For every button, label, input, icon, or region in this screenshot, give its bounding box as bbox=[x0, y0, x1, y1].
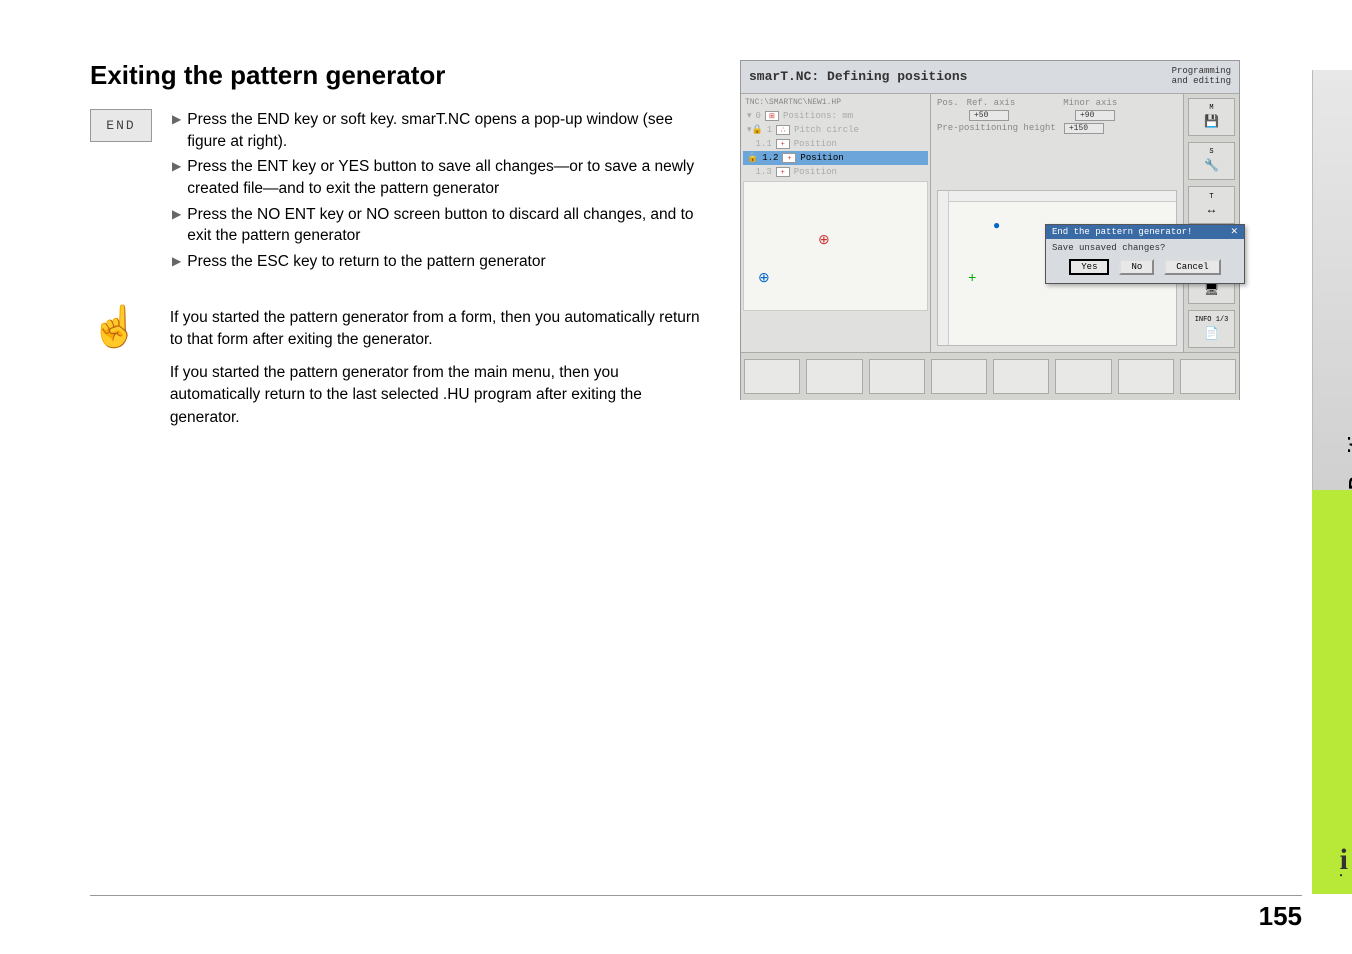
tree-row[interactable]: ▾🔒1∴Pitch circle bbox=[743, 123, 928, 137]
softkey-bar bbox=[741, 352, 1239, 400]
close-icon[interactable]: ✕ bbox=[1230, 227, 1238, 237]
triangle-icon: ▶ bbox=[172, 109, 181, 152]
yes-button[interactable]: Yes bbox=[1069, 259, 1109, 275]
form-label: Pre-positioning height bbox=[937, 123, 1056, 133]
tree-row[interactable]: ▾1.3+Position bbox=[743, 165, 928, 179]
bullet-text: Press the ENT key or YES button to save … bbox=[187, 156, 710, 199]
tree-path: TNC:\SMARTNC\NEW1.HP bbox=[743, 96, 928, 109]
info-icon: i• bbox=[1340, 843, 1348, 880]
point-icon: + bbox=[782, 153, 796, 163]
col-header: Ref. axis bbox=[967, 98, 1016, 108]
footer-rule bbox=[90, 895, 1302, 896]
note-paragraph: If you started the pattern generator fro… bbox=[170, 362, 710, 429]
softkey[interactable] bbox=[744, 359, 800, 394]
triangle-icon: ▶ bbox=[172, 251, 181, 273]
ruler-horizontal bbox=[938, 191, 1176, 202]
cnc-screenshot: smarT.NC: Defining positions Programming… bbox=[740, 60, 1240, 400]
page-icon: 📄 bbox=[1204, 326, 1219, 341]
confirm-dialog: End the pattern generator! ✕ Save unsave… bbox=[1045, 224, 1245, 284]
target-icon: ⊕ bbox=[758, 270, 770, 287]
minor-axis-input[interactable]: +90 bbox=[1075, 110, 1115, 121]
info-button[interactable]: INFO 1/3📄 bbox=[1188, 310, 1235, 348]
tree-row[interactable]: ▾1.1+Position bbox=[743, 137, 928, 151]
target-icon: ⊕ bbox=[818, 232, 830, 249]
page-number: 155 bbox=[1259, 901, 1302, 932]
ruler-vertical bbox=[938, 191, 949, 345]
softkey[interactable] bbox=[869, 359, 925, 394]
softkey[interactable] bbox=[1118, 359, 1174, 394]
dialog-title-text: End the pattern generator! bbox=[1052, 227, 1192, 237]
prepos-input[interactable]: +150 bbox=[1064, 123, 1104, 134]
ref-axis-input[interactable]: +50 bbox=[969, 110, 1009, 121]
softkey[interactable] bbox=[1055, 359, 1111, 394]
tree-panel: TNC:\SMARTNC\NEW1.HP ▾0⊞Positions: mm ▾🔒… bbox=[741, 94, 931, 352]
tool-icon: 🔧 bbox=[1204, 158, 1219, 173]
no-button[interactable]: No bbox=[1119, 259, 1154, 275]
circle-icon: ∴ bbox=[776, 125, 790, 135]
disk-icon: 💾 bbox=[1204, 114, 1219, 129]
dialog-message: Save unsaved changes? bbox=[1052, 243, 1238, 253]
m-button[interactable]: M💾 bbox=[1188, 98, 1235, 136]
cross-marker: + bbox=[968, 271, 976, 287]
softkey[interactable] bbox=[931, 359, 987, 394]
page-heading: Exiting the pattern generator bbox=[90, 60, 710, 91]
note-paragraph: If you started the pattern generator fro… bbox=[170, 307, 710, 352]
instruction-list: ▶Press the END key or soft key. smarT.NC… bbox=[172, 109, 710, 277]
end-key: END bbox=[90, 109, 152, 142]
bullet-text: Press the END key or soft key. smarT.NC … bbox=[187, 109, 710, 152]
triangle-icon: ▶ bbox=[172, 156, 181, 199]
screenshot-title: smarT.NC: Defining positions bbox=[749, 69, 967, 84]
grid-icon: ⊞ bbox=[765, 111, 779, 121]
col-header: Pos. bbox=[937, 98, 959, 108]
touch-icon: ↔ bbox=[1208, 203, 1215, 217]
mode-line: and editing bbox=[1172, 77, 1231, 87]
point-icon: + bbox=[776, 139, 790, 149]
note-hand-icon: ☝ bbox=[90, 307, 140, 439]
cancel-button[interactable]: Cancel bbox=[1164, 259, 1220, 275]
softkey[interactable] bbox=[806, 359, 862, 394]
pc-icon: 🖥 bbox=[1204, 282, 1219, 297]
tree-row[interactable]: ▾0⊞Positions: mm bbox=[743, 109, 928, 123]
triangle-icon: ▶ bbox=[172, 204, 181, 247]
s-button[interactable]: S🔧 bbox=[1188, 142, 1235, 180]
softkey[interactable] bbox=[1180, 359, 1236, 394]
softkey[interactable] bbox=[993, 359, 1049, 394]
tree-preview: ⊕ ⊕ bbox=[743, 181, 928, 311]
t-button[interactable]: T↔ bbox=[1188, 186, 1235, 224]
point-icon: + bbox=[776, 167, 790, 177]
point-marker: ● bbox=[993, 219, 1000, 233]
side-tab-green bbox=[1312, 490, 1352, 894]
bullet-text: Press the NO ENT key or NO screen button… bbox=[187, 204, 710, 247]
tree-row-active[interactable]: 🔒1.2+Position bbox=[743, 151, 928, 165]
bullet-text: Press the ESC key to return to the patte… bbox=[187, 251, 545, 273]
col-header: Minor axis bbox=[1063, 98, 1117, 108]
